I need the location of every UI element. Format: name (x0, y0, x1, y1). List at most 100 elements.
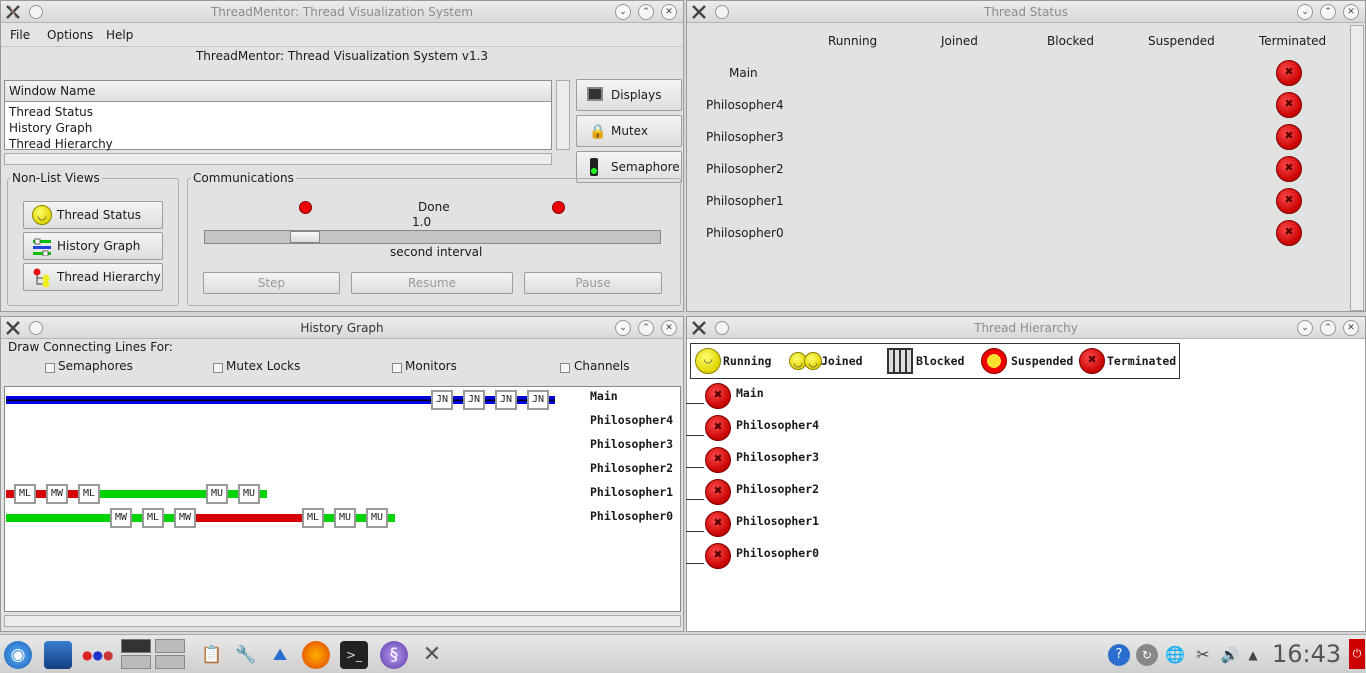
list-item[interactable]: Thread Status (9, 105, 93, 119)
status-left-icon (299, 201, 312, 214)
event-box[interactable]: MU (206, 484, 228, 504)
col-blocked: Blocked (1047, 34, 1095, 48)
nonlist-label: Non-List Views (10, 171, 102, 185)
app-swirl-icon[interactable]: § (380, 641, 408, 669)
channels-checkbox[interactable] (560, 363, 570, 373)
menu-file[interactable]: File (10, 28, 30, 42)
tools-icon[interactable]: 🔧 (232, 641, 260, 669)
maximize-icon[interactable]: ⌃ (638, 320, 654, 336)
terminated-icon (705, 479, 731, 505)
list-header[interactable]: Window Name (5, 81, 551, 102)
clipboard-tray-icon[interactable]: ✂ (1192, 644, 1214, 666)
thread-name: Philosopher0 (706, 226, 784, 240)
history-graph-button[interactable]: History Graph (23, 232, 163, 260)
close-icon[interactable]: ✕ (1343, 320, 1359, 336)
event-box[interactable]: ML (302, 508, 324, 528)
event-box[interactable]: JN (527, 390, 549, 410)
clipboard-icon[interactable]: 📋 (198, 641, 226, 669)
maximize-icon[interactable]: ⌃ (1320, 320, 1336, 336)
terminated-icon (705, 543, 731, 569)
clock[interactable]: 16:43 (1272, 640, 1341, 668)
help-icon[interactable]: ? (1108, 644, 1130, 666)
updates-icon[interactable]: ↻ (1136, 644, 1158, 666)
status-titlebar[interactable]: Thread Status ⌄ ⌃ ✕ (687, 1, 1365, 23)
pause-button[interactable]: Pause (524, 272, 662, 294)
event-box[interactable]: MW (174, 508, 196, 528)
status-scrollbar[interactable] (1350, 25, 1364, 311)
power-icon[interactable]: ⏻ (1349, 639, 1365, 669)
traffic-light-icon (590, 158, 598, 176)
minimize-icon[interactable]: ⌄ (615, 320, 631, 336)
network-icon[interactable]: 🌐 (1164, 644, 1186, 666)
event-box[interactable]: MW (110, 508, 132, 528)
thread-hierarchy-button[interactable]: Thread Hierarchy (23, 263, 163, 291)
step-button[interactable]: Step (203, 272, 340, 294)
history-canvas[interactable]: JN JN JN JN ML MW ML MU MU MW ML MW ML M… (4, 386, 681, 612)
joined-icon (804, 352, 822, 370)
list-item[interactable]: History Graph (9, 121, 92, 135)
terminated-icon (705, 415, 731, 441)
maximize-icon[interactable]: ⌃ (1320, 4, 1336, 20)
mutex-locks-checkbox[interactable] (213, 363, 223, 373)
event-box[interactable]: JN (463, 390, 485, 410)
close-icon[interactable]: ✕ (1343, 4, 1359, 20)
graph-scrollbar-horizontal[interactable] (4, 615, 681, 627)
menu-help[interactable]: Help (106, 28, 133, 42)
terminal-icon[interactable]: >_ (340, 641, 368, 669)
event-box[interactable]: JN (495, 390, 517, 410)
list-scrollbar-horizontal[interactable] (4, 153, 552, 165)
slider-thumb[interactable] (290, 231, 320, 243)
event-box[interactable]: MU (366, 508, 388, 528)
resume-button[interactable]: Resume (351, 272, 513, 294)
hierarchy-titlebar[interactable]: Thread Hierarchy ⌄ ⌃ ✕ (687, 317, 1365, 339)
event-box[interactable]: MU (334, 508, 356, 528)
monitors-label: Monitors (405, 359, 457, 373)
desktop-icon[interactable] (44, 641, 72, 669)
terminated-icon (1276, 92, 1302, 118)
event-box[interactable]: MW (46, 484, 68, 504)
volume-icon[interactable]: 🔊 (1219, 644, 1241, 666)
close-icon[interactable]: ✕ (661, 4, 677, 20)
minimize-icon[interactable]: ⌄ (615, 4, 631, 20)
start-menu-icon[interactable]: ◉ (4, 641, 32, 669)
close-icon[interactable]: ✕ (661, 320, 677, 336)
network-app-icon[interactable]: ⛰ (266, 641, 294, 669)
tree-thread-label[interactable]: Philosopher0 (736, 546, 819, 560)
tree-thread-label[interactable]: Main (736, 386, 764, 400)
minimize-icon[interactable]: ⌄ (1297, 320, 1313, 336)
firefox-icon[interactable] (302, 641, 330, 669)
window-list[interactable]: Window Name Thread Status History Graph … (4, 80, 552, 151)
list-scrollbar-vertical[interactable] (556, 80, 570, 150)
event-box[interactable]: ML (142, 508, 164, 528)
event-box[interactable]: MU (238, 484, 260, 504)
monitors-checkbox[interactable] (392, 363, 402, 373)
thread-status-button[interactable]: Thread Status (23, 201, 163, 229)
minimize-icon[interactable]: ⌄ (1297, 4, 1313, 20)
tree-thread-label[interactable]: Philosopher2 (736, 482, 819, 496)
list-item[interactable]: Thread Hierarchy (9, 137, 113, 151)
event-box[interactable]: JN (431, 390, 453, 410)
tree-thread-label[interactable]: Philosopher1 (736, 514, 819, 528)
tray-expand-icon[interactable]: ▲ (1244, 644, 1262, 666)
terminated-icon (705, 511, 731, 537)
tree-thread-label[interactable]: Philosopher3 (736, 450, 819, 464)
event-box[interactable]: ML (78, 484, 100, 504)
taskbar: ◉ ●●● 📋 🔧 ⛰ >_ § ✕ ? ↻ 🌐 ✂ 🔊 ▲ 16:43 ⏻ (0, 634, 1366, 673)
draw-lines-label: Draw Connecting Lines For: (8, 340, 173, 354)
event-box[interactable]: ML (14, 484, 36, 504)
main-titlebar[interactable]: ThreadMentor: Thread Visualization Syste… (1, 1, 683, 23)
history-titlebar[interactable]: History Graph ⌄ ⌃ ✕ (1, 317, 683, 339)
maximize-icon[interactable]: ⌃ (638, 4, 654, 20)
status-text: Done (418, 200, 450, 214)
pager-icon[interactable] (121, 639, 187, 669)
thread-name: Philosopher2 (706, 162, 784, 176)
activities-icon[interactable]: ●●● (82, 641, 113, 669)
tree-thread-label[interactable]: Philosopher4 (736, 418, 819, 432)
semaphores-checkbox[interactable] (45, 363, 55, 373)
displays-button[interactable]: Displays (576, 79, 682, 111)
menu-options[interactable]: Options (47, 28, 93, 42)
threadmentor-task-icon[interactable]: ✕ (418, 641, 446, 669)
mutex-button[interactable]: 🔒 Mutex (576, 115, 682, 147)
graph-thread-label: Philosopher1 (590, 485, 674, 499)
interval-slider[interactable] (204, 230, 661, 244)
